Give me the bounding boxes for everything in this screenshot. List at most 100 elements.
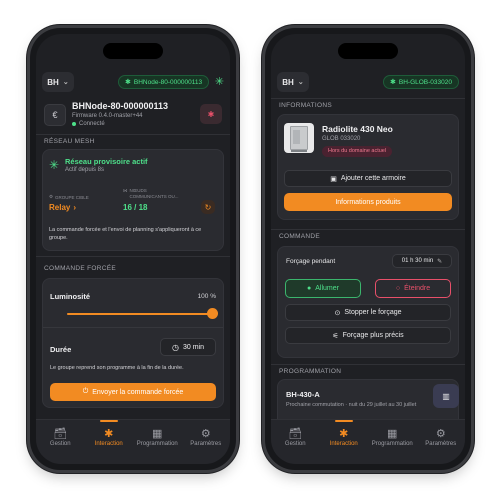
brightness-label: Luminosité [50,292,91,301]
node-firmware: Firmware 0.4.0-master+44 [72,113,143,119]
node-name: BHNode-80-000000113 [72,101,169,111]
tab-label: Programmation [136,441,178,447]
product-info-label: Informations produits [335,198,401,206]
refresh-button[interactable]: ↻ [201,200,215,214]
duration-value: 30 min [182,343,204,351]
settings-icon: ⚙ [49,194,54,199]
add-cabinet-icon: ▣ [330,175,337,183]
turn-off-button[interactable]: ○ Éteindre [375,279,451,298]
mesh-card: ✳ Réseau provisoire actif Actif depuis 8… [42,149,224,251]
duration-picker[interactable]: ◷ 30 min [160,338,216,356]
phone-right: BH ⌄ ✱ BH-GLOB-033020 INFORMATIONS Radio… [265,28,471,470]
stop-forcing-button[interactable]: ⊙ Stopper le forçage [285,304,451,321]
send-forced-command-button[interactable]: ⏻ Envoyer la commande forcée [50,383,216,401]
node-status: Connecté [72,121,105,127]
chevron-right-icon: › [73,203,77,212]
bluetooth-icon: ✱ [104,428,114,440]
bluetooth-off-icon: ✱ [207,109,215,119]
force-duration-picker[interactable]: 01 h 30 min ✎ [392,254,452,268]
screen-right: BH ⌄ ✱ BH-GLOB-033020 INFORMATIONS Radio… [271,34,465,464]
nodes-label-2: COMMUNICANTS OU... [129,194,179,199]
precise-forcing-button[interactable]: ⚟ Forçage plus précis [285,327,451,344]
cabinet-door [293,130,300,144]
top-bar: BH ⌄ ✱ BHNode-80-000000113 ✳ [36,70,230,94]
tab-bar: 🗃︎ Gestion ✱ Interaction ▦ Programmation… [36,419,230,464]
tab-gestion[interactable]: 🗃︎ Gestion [271,420,320,464]
nodes-stat: ⋈ NŒUDS COMMUNICANTS OU... 16 / 18 [123,188,179,212]
stop-icon: ⊙ [334,309,341,317]
node-pill-label: BHNode-80-000000113 [133,78,203,86]
bh-selector[interactable]: BH ⌄ [277,72,309,92]
bh-selector-label: BH [282,77,294,87]
archive-icon: 🗃︎ [53,428,68,440]
program-name: BH-430-A [286,390,320,399]
send-forced-command-label: Envoyer la commande forcée [92,388,184,396]
pencil-icon: ✎ [437,258,443,265]
product-info-button[interactable]: Informations produits [284,193,452,211]
node-header: € BHNode-80-000000113 Firmware 0.4.0-mas… [42,100,224,130]
forced-command-card: Luminosité 100 % Durée ◷ 30 min Le group… [42,278,224,408]
turn-on-button[interactable]: ● Allumer [285,279,361,298]
tab-interaction[interactable]: ✱ Interaction [320,420,369,464]
person-gear-icon: ⚙ [200,428,211,440]
brightness-slider[interactable] [67,308,218,320]
stop-forcing-label: Stopper le forçage [344,309,402,316]
tab-label: Gestion [284,441,306,447]
chevron-down-icon: ⌄ [62,79,69,86]
domain-badge: Hors du domaine actuel [322,146,393,157]
tab-parametres[interactable]: ⚙ Paramètres [417,420,466,464]
power-icon: ⏻ [82,388,89,395]
bulb-off-icon: ○ [395,285,401,292]
top-bar: BH ⌄ ✱ BH-GLOB-033020 [271,70,465,94]
cabinet-illustration [290,126,308,152]
product-id: GLOB 033020 [322,136,361,142]
tab-label: Gestion [49,441,71,447]
divider [271,98,465,99]
precise-forcing-label: Forçage plus précis [342,332,404,339]
bh-selector-label: BH [47,77,59,87]
connected-node-pill[interactable]: ✱ BHNode-80-000000113 [118,75,210,89]
brightness-fill [67,313,213,315]
tab-interaction[interactable]: ✱ Interaction [85,420,134,464]
command-card: Forçage pendant 01 h 30 min ✎ ● Allumer … [277,246,459,358]
nodes-label-block: NŒUDS COMMUNICANTS OU... [130,188,179,200]
mesh-since: Actif depuis 8s [65,167,105,173]
tab-parametres[interactable]: ⚙ Paramètres [182,420,231,464]
nodes-value: 16 / 18 [123,203,148,212]
target-group-label-row: ⚙ GROUPE CIBLE [49,194,89,200]
refresh-icon: ↻ [204,202,212,212]
bar-chart-icon: ▥ [442,391,450,401]
target-group-value-row: Relay › [49,203,89,212]
tab-programmation[interactable]: ▦ Programmation [368,420,417,464]
mesh-title: Réseau provisoire actif [65,157,148,166]
add-cabinet-button[interactable]: ▣ Ajouter cette armoire [284,170,452,187]
forced-section-title: COMMANDE FORCÉE [44,265,117,272]
screen-left: BH ⌄ ✱ BHNode-80-000000113 ✳ € BHNode-80… [36,34,230,464]
add-cabinet-label: Ajouter cette armoire [340,175,406,182]
program-chart-button[interactable]: ▥ [433,384,459,408]
force-duration-value: 01 h 30 min [401,258,434,264]
dynamic-island [103,43,163,59]
nodes-label-row: ⋈ NŒUDS COMMUNICANTS OU... [123,188,179,200]
bluetooth-icon: ✱ [125,79,131,86]
bluetooth-icon: ✱ [339,428,349,440]
disconnect-button[interactable]: ✱ [200,104,222,124]
duration-note: Le groupe reprend son programme à la fin… [50,365,184,371]
mesh-network-icon[interactable]: ✳ [215,75,224,88]
product-image [284,123,314,153]
tab-programmation[interactable]: ▦ Programmation [133,420,182,464]
tab-bar: 🗃︎ Gestion ✱ Interaction ▦ Programmation… [271,419,465,464]
divider [36,134,230,135]
target-group-value: Relay [49,203,71,212]
program-next: Prochaine commutation · nuit du 29 juill… [286,402,417,408]
phone-left: BH ⌄ ✱ BHNode-80-000000113 ✳ € BHNode-80… [30,28,236,470]
tab-gestion[interactable]: 🗃︎ Gestion [36,420,85,464]
divider [271,364,465,365]
target-group[interactable]: ⚙ GROUPE CIBLE Relay › [49,194,89,212]
product-card: Radiolite 430 Neo GLOB 033020 Hors du do… [277,114,459,220]
clock-icon: ◷ [172,342,179,352]
brightness-thumb[interactable] [207,308,218,319]
bh-selector[interactable]: BH ⌄ [42,72,74,92]
connected-node-pill[interactable]: ✱ BH-GLOB-033020 [383,75,459,89]
info-section-title: INFORMATIONS [279,102,332,109]
